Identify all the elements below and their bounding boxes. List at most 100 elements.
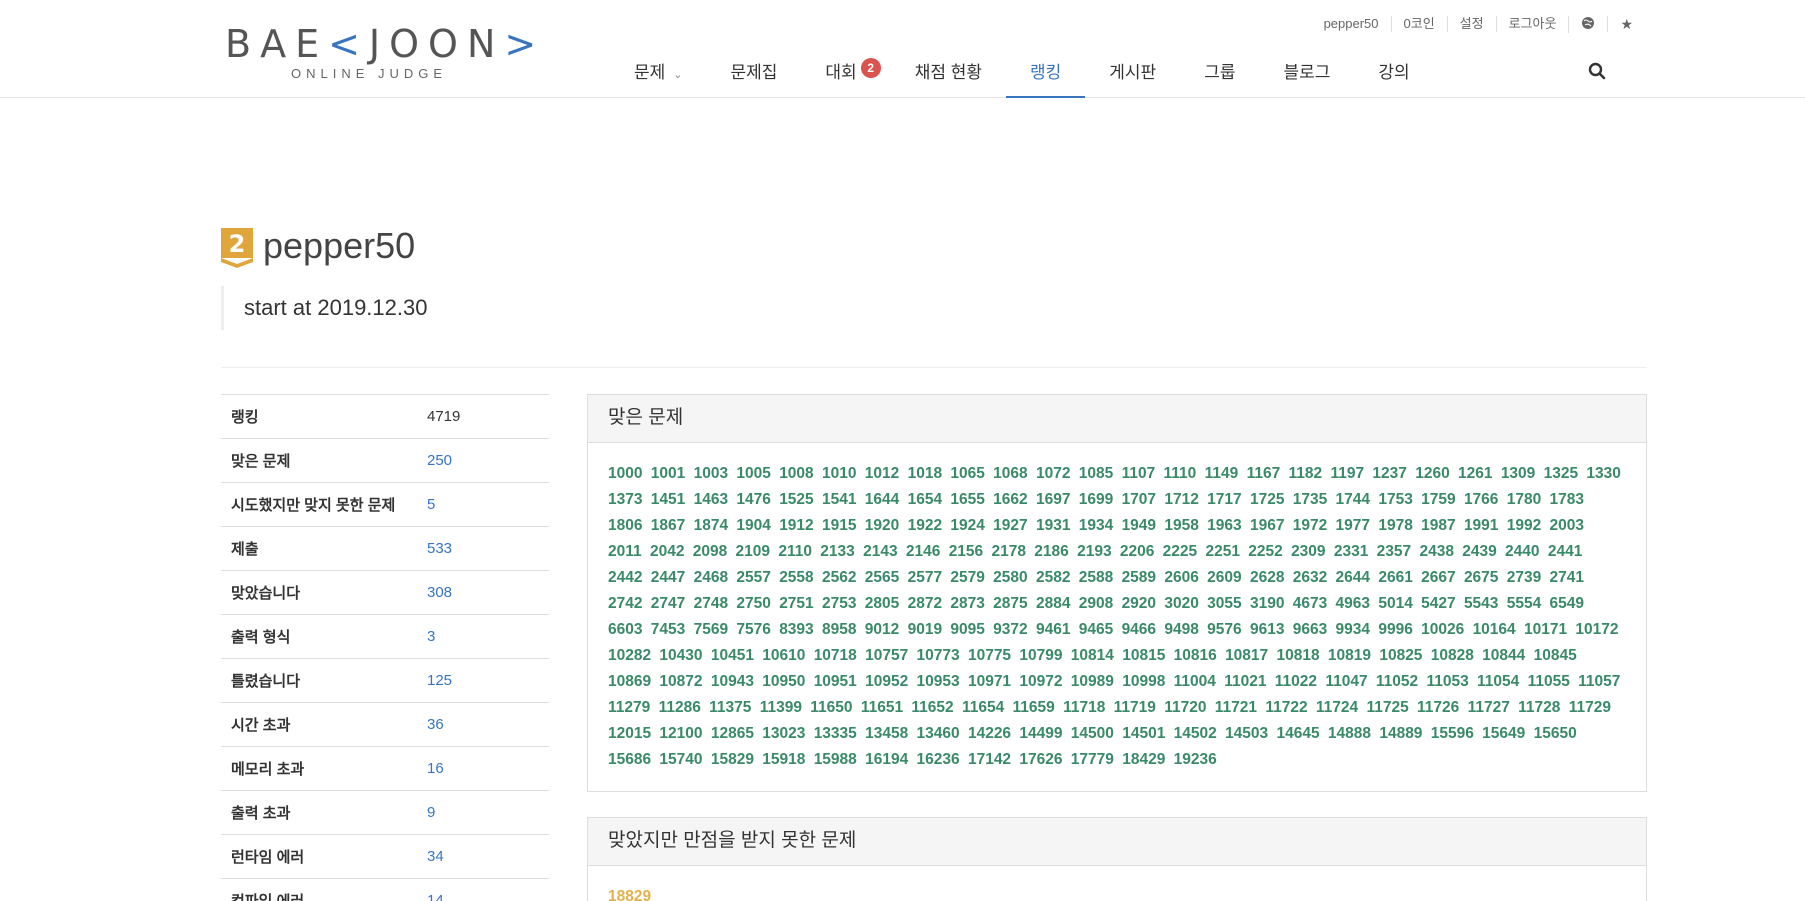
problem-link[interactable]: 1912 xyxy=(779,517,813,534)
problem-link[interactable]: 13458 xyxy=(865,725,908,742)
problem-link[interactable]: 15649 xyxy=(1482,725,1525,742)
problem-link[interactable]: 1018 xyxy=(908,465,942,482)
problem-link[interactable]: 10773 xyxy=(917,647,960,664)
problem-link[interactable]: 1931 xyxy=(1036,517,1070,534)
stat-value[interactable]: 16 xyxy=(427,760,444,777)
problem-link[interactable]: 14501 xyxy=(1122,725,1165,742)
nav-problems[interactable]: 문제 ⌄ xyxy=(610,58,707,98)
problem-link[interactable]: 1915 xyxy=(822,517,856,534)
problem-link[interactable]: 11286 xyxy=(659,699,701,716)
problem-link[interactable]: 10818 xyxy=(1276,647,1319,664)
site-logo[interactable]: BAE<JOON> ONLINE JUDGE xyxy=(225,22,536,84)
problem-link[interactable]: 11718 xyxy=(1063,699,1105,716)
problem-link[interactable]: 2661 xyxy=(1378,569,1412,586)
problem-link[interactable]: 2109 xyxy=(736,543,770,560)
problem-link[interactable]: 6549 xyxy=(1550,595,1584,612)
problem-link[interactable]: 1654 xyxy=(908,491,942,508)
search-icon[interactable] xyxy=(1588,62,1608,82)
problem-link[interactable]: 10164 xyxy=(1473,621,1516,638)
problem-link[interactable]: 2873 xyxy=(950,595,984,612)
problem-link[interactable]: 1107 xyxy=(1122,465,1156,482)
problem-link[interactable]: 9934 xyxy=(1336,621,1370,638)
stat-value[interactable]: 9 xyxy=(427,804,435,821)
problem-link[interactable]: 2872 xyxy=(908,595,942,612)
problem-link[interactable]: 18829 xyxy=(608,888,651,901)
problem-link[interactable]: 14888 xyxy=(1328,725,1371,742)
problem-link[interactable]: 11729 xyxy=(1569,699,1611,716)
problem-link[interactable]: 11651 xyxy=(861,699,903,716)
problem-link[interactable]: 1924 xyxy=(950,517,984,534)
problem-link[interactable]: 1735 xyxy=(1293,491,1327,508)
problem-link[interactable]: 11650 xyxy=(810,699,852,716)
problem-link[interactable]: 11727 xyxy=(1468,699,1510,716)
problem-link[interactable]: 2251 xyxy=(1205,543,1239,560)
problem-link[interactable]: 11726 xyxy=(1417,699,1459,716)
problem-link[interactable]: 10282 xyxy=(608,647,651,664)
problem-link[interactable]: 1068 xyxy=(993,465,1027,482)
problem-link[interactable]: 8393 xyxy=(779,621,813,638)
problem-link[interactable]: 5554 xyxy=(1507,595,1541,612)
problem-link[interactable]: 1806 xyxy=(608,517,642,534)
problem-link[interactable]: 2742 xyxy=(608,595,642,612)
problem-link[interactable]: 17779 xyxy=(1071,751,1114,768)
problem-link[interactable]: 1065 xyxy=(950,465,984,482)
problem-link[interactable]: 14502 xyxy=(1174,725,1217,742)
nav-lecture[interactable]: 강의 xyxy=(1354,58,1433,98)
problem-link[interactable]: 5014 xyxy=(1378,595,1412,612)
problem-link[interactable]: 2252 xyxy=(1248,543,1282,560)
problem-link[interactable]: 4963 xyxy=(1336,595,1370,612)
problem-link[interactable]: 11654 xyxy=(962,699,1004,716)
problem-link[interactable]: 11722 xyxy=(1265,699,1307,716)
problem-link[interactable]: 2468 xyxy=(694,569,728,586)
problem-link[interactable]: 9461 xyxy=(1036,621,1070,638)
problem-link[interactable]: 2003 xyxy=(1550,517,1584,534)
problem-link[interactable]: 11728 xyxy=(1518,699,1560,716)
problem-link[interactable]: 10775 xyxy=(968,647,1011,664)
problem-link[interactable]: 1008 xyxy=(779,465,813,482)
problem-link[interactable]: 1707 xyxy=(1122,491,1156,508)
problem-link[interactable]: 2178 xyxy=(991,543,1025,560)
problem-link[interactable]: 7576 xyxy=(736,621,770,638)
problem-link[interactable]: 10610 xyxy=(762,647,805,664)
problem-link[interactable]: 10845 xyxy=(1534,647,1577,664)
problem-link[interactable]: 11054 xyxy=(1477,673,1519,690)
problem-link[interactable]: 1010 xyxy=(822,465,856,482)
stat-value[interactable]: 308 xyxy=(427,584,452,601)
problem-link[interactable]: 10172 xyxy=(1575,621,1618,638)
problem-link[interactable]: 1000 xyxy=(608,465,642,482)
problem-link[interactable]: 2628 xyxy=(1250,569,1284,586)
problem-link[interactable]: 1991 xyxy=(1464,517,1498,534)
problem-link[interactable]: 11022 xyxy=(1275,673,1317,690)
problem-link[interactable]: 1783 xyxy=(1550,491,1584,508)
problem-link[interactable]: 10026 xyxy=(1421,621,1464,638)
problem-link[interactable]: 2908 xyxy=(1079,595,1113,612)
problem-link[interactable]: 2186 xyxy=(1034,543,1068,560)
problem-link[interactable]: 15918 xyxy=(762,751,805,768)
problem-link[interactable]: 2110 xyxy=(778,543,812,560)
problem-link[interactable]: 11057 xyxy=(1578,673,1620,690)
problem-link[interactable]: 2582 xyxy=(1036,569,1070,586)
problem-link[interactable]: 1759 xyxy=(1421,491,1455,508)
problem-link[interactable]: 1967 xyxy=(1250,517,1284,534)
topbar-coins-link[interactable]: 0코인 xyxy=(1390,16,1447,32)
problem-link[interactable]: 4673 xyxy=(1293,595,1327,612)
problem-link[interactable]: 2206 xyxy=(1120,543,1154,560)
problem-link[interactable]: 16236 xyxy=(917,751,960,768)
problem-link[interactable]: 2580 xyxy=(993,569,1027,586)
problem-link[interactable]: 14226 xyxy=(968,725,1011,742)
problem-link[interactable]: 11021 xyxy=(1224,673,1266,690)
nav-ranking[interactable]: 랭킹 xyxy=(1006,58,1086,98)
problem-link[interactable]: 1085 xyxy=(1079,465,1113,482)
topbar-username-link[interactable]: pepper50 xyxy=(1312,16,1391,32)
problem-link[interactable]: 9019 xyxy=(908,621,942,638)
problem-link[interactable]: 2920 xyxy=(1122,595,1156,612)
problem-link[interactable]: 11659 xyxy=(1013,699,1055,716)
problem-link[interactable]: 1699 xyxy=(1079,491,1113,508)
problem-link[interactable]: 2739 xyxy=(1507,569,1541,586)
problem-link[interactable]: 1972 xyxy=(1293,517,1327,534)
problem-link[interactable]: 2439 xyxy=(1462,543,1496,560)
stat-value[interactable]: 533 xyxy=(427,540,452,557)
problem-link[interactable]: 19236 xyxy=(1174,751,1217,768)
problem-link[interactable]: 2875 xyxy=(993,595,1027,612)
problem-link[interactable]: 1920 xyxy=(865,517,899,534)
